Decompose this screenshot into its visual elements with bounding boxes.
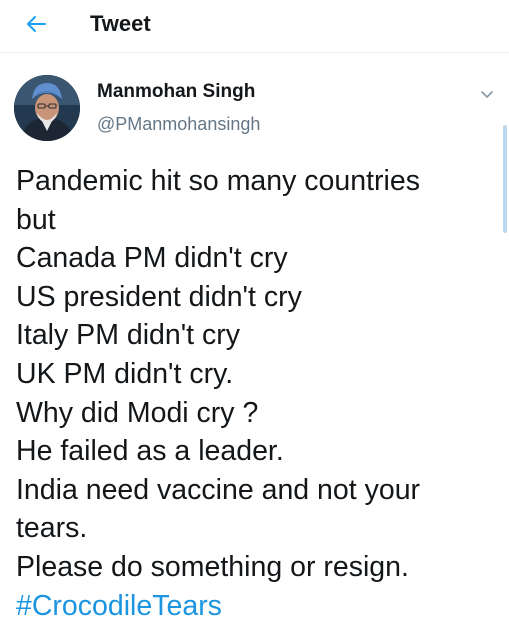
- tweet-text-line: but: [16, 203, 56, 236]
- author-handle[interactable]: @PManmohansingh: [97, 112, 260, 136]
- tweet-text-line: Please do something or resign.: [16, 550, 409, 583]
- tweet-text-line: Italy PM didn't cry: [16, 319, 241, 352]
- tweet-text: Pandemic hit so many countries but Canad…: [16, 162, 496, 625]
- scrollbar[interactable]: [503, 125, 507, 233]
- tweet-text-line: UK PM didn't cry.: [16, 357, 234, 390]
- avatar[interactable]: [14, 75, 80, 141]
- top-bar: Tweet: [0, 0, 509, 53]
- tweet-text-line: Pandemic hit so many countries: [16, 165, 420, 197]
- tweet-text-line: US president didn't cry: [16, 280, 302, 313]
- page-title: Tweet: [90, 11, 151, 36]
- chevron-down-icon: [481, 91, 493, 98]
- tweet: Manmohan Singh @PManmohansingh Pandemic …: [0, 53, 509, 640]
- tweet-text-line: India need vaccine and not your: [16, 473, 421, 506]
- hashtag-link[interactable]: #CrocodileTears: [16, 587, 496, 626]
- tweet-text-line: Why did Modi cry ?: [16, 396, 259, 429]
- back-button[interactable]: [20, 10, 52, 38]
- author-name[interactable]: Manmohan Singh: [97, 80, 255, 104]
- tweet-text-line: Canada PM didn't cry: [16, 242, 288, 275]
- tweet-text-line: He failed as a leader.: [16, 435, 284, 468]
- tweet-text-line: tears.: [16, 512, 88, 545]
- tweet-options-button[interactable]: [476, 83, 498, 105]
- arrow-left-icon: [27, 16, 46, 32]
- profile-photo-icon: [14, 75, 80, 141]
